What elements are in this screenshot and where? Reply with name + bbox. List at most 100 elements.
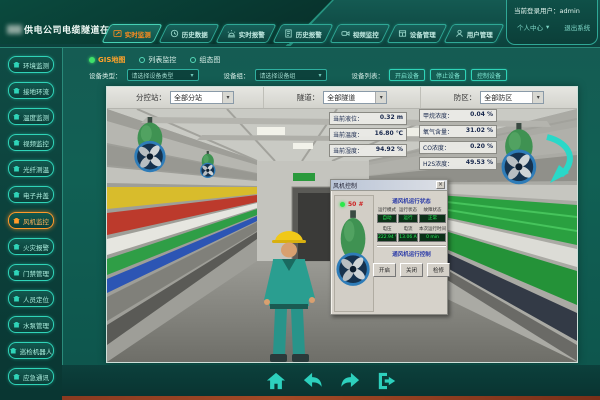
sidebar-item-fan-monitor[interactable]: 风机监控: [8, 212, 54, 229]
exit-view-button[interactable]: [375, 370, 399, 392]
sidebar-item-personnel-locate[interactable]: 人员定位: [8, 290, 54, 307]
current-value: 13.06 A: [398, 233, 418, 242]
tab-device-manage[interactable]: 设备管理: [386, 24, 447, 43]
sidebar-item-temp-monitor[interactable]: 温度监测: [8, 108, 54, 125]
tab-label: 历史数据: [182, 29, 208, 39]
user-manage-icon: [455, 29, 464, 38]
tab-user-manage[interactable]: 用户管理: [443, 24, 504, 43]
fan-overhaul-button[interactable]: 检修: [427, 263, 450, 277]
humidity-readout: 当前湿度：94.92 %: [329, 144, 407, 157]
home-icon: [13, 166, 20, 172]
nav-tabs: 实时监测 历史数据 实时报警 历史报警 视频监控 设备管理 用户管理: [106, 24, 500, 43]
stop-device-button[interactable]: 停止设备: [430, 69, 466, 81]
temperature-readout: 当前温度：16.80 ℃: [329, 128, 407, 141]
chevron-down-icon: ▾: [532, 92, 543, 103]
device-controls-row: 设备类型： 请选择设备类型▾ 设备组： 请选择设备组▾ 设备列表： 开启设备 停…: [89, 69, 507, 81]
device-type-value: 请选择设备类型: [132, 71, 174, 80]
home-icon: [265, 371, 287, 391]
sidebar-item-fiber-temp[interactable]: 光纤测温: [8, 160, 54, 177]
tunnel-select[interactable]: 全部隧道 ▾: [323, 91, 387, 104]
home-icon: [13, 296, 20, 302]
sidebar-item-label: 视频监控: [23, 138, 49, 148]
tab-history-data[interactable]: 历史数据: [158, 24, 219, 43]
realtime-alarm-icon: [227, 29, 236, 38]
fan-control-panel: 通风机运行状态 运行模式 运行状态 故障状态 自动 运行 正常 电压 电流 本次…: [377, 195, 446, 312]
fault-state-label: 故障状态: [419, 207, 446, 213]
sidebar-item-label: 风机监控: [23, 216, 49, 226]
logout-link[interactable]: 退出系统: [564, 22, 590, 32]
fan-start-button[interactable]: 开启: [373, 263, 396, 277]
sidebar-item-video-monitor[interactable]: 视频监控: [8, 134, 54, 151]
sidebar-item-access-control[interactable]: 门禁管理: [8, 264, 54, 281]
radio-gis-map[interactable]: GIS地图: [89, 55, 125, 65]
sidebar-item-env-monitor[interactable]: 环境监测: [8, 56, 54, 73]
profile-link[interactable]: 个人中心: [517, 22, 543, 32]
zone-value: 全部防区: [484, 93, 512, 103]
history-data-icon: [170, 29, 179, 38]
radio-icon: [139, 57, 145, 63]
sidebar-item-manhole-cover[interactable]: 电子井盖: [8, 186, 54, 203]
radio-label: GIS地图: [98, 55, 125, 65]
tunnel-value: 全部隧道: [327, 93, 355, 103]
sidebar-item-emergency-comm[interactable]: 应急通讯: [8, 368, 54, 385]
sidebar-item-pump-manage[interactable]: 水泵管理: [8, 316, 54, 333]
device-group-label: 设备组：: [224, 70, 250, 80]
sidebar-item-label: 火灾报警: [23, 242, 49, 252]
tab-realtime-alarm[interactable]: 实时报警: [215, 24, 276, 43]
close-icon[interactable]: ×: [436, 181, 445, 189]
tab-video-monitor[interactable]: 视频监控: [329, 24, 390, 43]
voltage-value: 222.94 V: [377, 233, 397, 242]
home-icon: [13, 270, 20, 276]
device-manage-icon: [398, 29, 407, 38]
top-bar: 供电公司电缆隧道在线监测系统 实时监测 历史数据 实时报警 历史报警 视频监控 …: [0, 0, 600, 48]
divider: [377, 245, 446, 247]
fan-stop-button[interactable]: 关闭: [400, 263, 423, 277]
home-icon: [13, 192, 20, 198]
home-icon: [13, 218, 20, 224]
realtime-monitor-icon: [113, 29, 122, 38]
home-icon: [13, 62, 20, 68]
fault-state-value: 正常: [419, 214, 446, 223]
tab-label: 实时监测: [125, 29, 151, 39]
fan-control-dialog: 风机控制 × 50 #: [330, 179, 448, 315]
tab-label: 实时报警: [239, 29, 265, 39]
tab-label: 视频监控: [353, 29, 379, 39]
chevron-down-icon: ▾: [375, 92, 386, 103]
radio-icon: [190, 57, 196, 63]
tab-label: 设备管理: [410, 29, 436, 39]
dialog-title: 风机控制: [333, 181, 357, 190]
tab-label: 用户管理: [467, 29, 493, 39]
main-content: GIS地图 列表监控 组态图 设备类型： 请选择设备类型▾ 设备组： 请选择设备…: [62, 48, 600, 365]
sensor-readouts-right: 甲烷浓度：0.04 % 氧气含量：31.02 % CO浓度：0.20 % H2S…: [419, 109, 497, 170]
tab-realtime-monitor[interactable]: 实时监测: [101, 24, 162, 43]
undo-view-button[interactable]: [301, 370, 325, 392]
sidebar-item-fire-alarm[interactable]: 火灾报警: [8, 238, 54, 255]
home-icon: [13, 88, 20, 94]
control-device-button[interactable]: 控制设备: [471, 69, 507, 81]
tunnel-3d-scene[interactable]: 当前液位：0.32 m 当前温度：16.80 ℃ 当前湿度：94.92 % 甲烷…: [107, 109, 577, 362]
sidebar-item-label: 人员定位: [23, 294, 49, 304]
tab-history-alarm[interactable]: 历史报警: [272, 24, 333, 43]
radio-label: 组态图: [199, 55, 220, 65]
redo-arrow-icon: [339, 371, 361, 391]
radio-list-monitor[interactable]: 列表监控: [139, 55, 176, 65]
bottom-toolbar: [62, 365, 600, 396]
runtime-value: 0 min: [419, 233, 446, 242]
device-type-select[interactable]: 请选择设备类型▾: [127, 69, 199, 81]
device-group-select[interactable]: 请选择设备组▾: [255, 69, 327, 81]
home-button[interactable]: [264, 370, 288, 392]
run-mode-label: 运行模式: [377, 207, 397, 213]
substation-select[interactable]: 全部分站▾: [170, 91, 234, 104]
sidebar-item-inspect-robot[interactable]: 巡检机器人: [8, 342, 54, 359]
zone-select[interactable]: 全部防区 ▾: [480, 91, 544, 104]
tunnel-viewer-panel: 分控站： 全部分站▾ 隧道： 全部隧道▾ 防区： 全部防区▾: [106, 86, 578, 363]
sidebar-item-ground-current[interactable]: 接地环流: [8, 82, 54, 99]
runtime-label: 本次运行时间: [419, 226, 446, 232]
dialog-titlebar[interactable]: 风机控制 ×: [331, 180, 447, 191]
open-device-button[interactable]: 开启设备: [389, 69, 425, 81]
undo-arrow-icon: [302, 371, 324, 391]
redo-view-button[interactable]: [338, 370, 362, 392]
home-icon: [13, 374, 20, 380]
sidebar-item-label: 温度监测: [23, 112, 49, 122]
radio-scada-view[interactable]: 组态图: [190, 55, 220, 65]
